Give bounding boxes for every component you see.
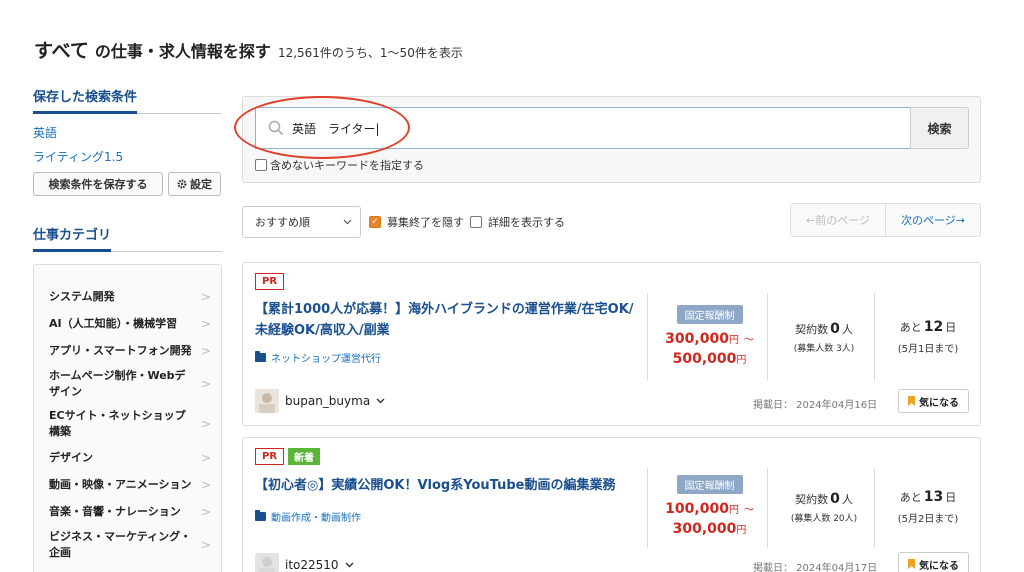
save-search-button[interactable]: 検索条件を保存する — [33, 172, 163, 196]
exclude-checkbox[interactable] — [255, 159, 267, 171]
sort-select[interactable]: おすすめ順 — [242, 206, 361, 238]
folder-icon — [255, 351, 266, 362]
sort-row: おすすめ順 ✓ 募集終了を隠す 詳細を表示する — [242, 206, 565, 238]
price-min: 300,000 — [665, 331, 729, 347]
client-user[interactable]: ito22510 — [255, 553, 354, 572]
search-value: 英語 ライター| — [292, 121, 380, 136]
next-page-button[interactable]: 次のページ→ — [886, 203, 981, 237]
bookmark-icon — [908, 396, 915, 406]
job-card: PR 新着 【初心者◎】実績公開OK！Vlog系YouTube動画の編集業務 動… — [242, 437, 981, 572]
category-item[interactable]: システム開発 > — [34, 283, 221, 310]
chevron-right-icon: > — [200, 343, 211, 358]
price-box: 固定報酬制 300,000円 〜 500,000円 — [652, 305, 767, 370]
title-rest: の仕事・求人情報を探す — [94, 42, 271, 61]
category-item[interactable]: 動画・映像・アニメーション > — [34, 471, 221, 498]
chevron-right-icon: > — [200, 477, 211, 492]
category-item[interactable]: デザイン > — [34, 444, 221, 471]
category-item[interactable]: ECサイト・ネットショップ構築 > — [34, 404, 221, 444]
pr-badge: PR — [255, 273, 285, 290]
posted-date: 掲載日： 2024年04月17日 — [753, 563, 878, 572]
result-count: 12,561件のうち、1〜50件を表示 — [277, 46, 463, 60]
category-item[interactable]: アプリ・スマートフォン開発 > — [34, 337, 221, 364]
job-title[interactable]: 【初心者◎】実績公開OK！Vlog系YouTube動画の編集業務 — [255, 475, 645, 496]
chevron-down-icon — [345, 562, 354, 568]
chevron-right-icon: > — [200, 417, 211, 431]
hide-closed-label: 募集終了を隠す — [387, 216, 464, 229]
category-item[interactable]: ビジネス・マーケティング・企画 > — [34, 525, 221, 565]
days-remaining: あと 12 日 (5月1日まで) — [897, 319, 959, 355]
chevron-right-icon: > — [200, 316, 211, 331]
category-title: 仕事カテゴリ — [33, 224, 112, 252]
new-badge: 新着 — [288, 448, 321, 465]
category-item[interactable]: 音楽・音響・ナレーション > — [34, 498, 221, 525]
days-remaining: あと 13 日 (5月2日まで) — [897, 489, 959, 525]
chevron-right-icon: > — [200, 538, 211, 552]
price-min: 100,000 — [665, 501, 729, 517]
saved-search-item[interactable]: 英語 — [33, 124, 222, 140]
search-panel: 英語 ライター| 検索 含めないキーワードを指定する — [242, 96, 981, 183]
sort-selected: おすすめ順 — [255, 216, 310, 229]
prev-page-button[interactable]: ←前のページ — [790, 203, 886, 237]
show-details-label: 詳細を表示する — [488, 216, 565, 229]
price-box: 固定報酬制 100,000円 〜 300,000円 — [652, 475, 767, 540]
show-details-checkbox[interactable] — [470, 216, 482, 228]
client-user[interactable]: bupan_buyma — [255, 389, 385, 413]
contract-count: 契約数 0 人 (募集人数 3人) — [793, 321, 855, 354]
job-card: PR 【累計1000人が応募！】海外ハイブランドの運営作業/在宅OK/未経験OK… — [242, 262, 981, 426]
category-item[interactable]: AI（人工知能）・機械学習 > — [34, 310, 221, 337]
sidebar: 保存した検索条件 英語 ライティング1.5 検索条件を保存する 設定 仕事カテゴ… — [33, 86, 222, 572]
chevron-right-icon: > — [200, 377, 211, 391]
divider — [874, 293, 875, 381]
divider — [767, 468, 768, 548]
chevron-down-icon — [343, 219, 352, 225]
price-max: 300,000 — [672, 521, 737, 537]
job-title[interactable]: 【累計1000人が応募！】海外ハイブランドの運営作業/在宅OK/未経験OK/高収… — [255, 299, 635, 341]
search-button[interactable]: 検索 — [910, 107, 969, 149]
chevron-right-icon: > — [200, 504, 211, 519]
search-input[interactable]: 英語 ライター| — [255, 107, 911, 149]
saved-search-title: 保存した検索条件 — [33, 86, 138, 114]
hide-closed-checkbox[interactable]: ✓ — [369, 216, 381, 228]
contract-count: 契約数 0 人 (募集人数 20人) — [790, 491, 858, 524]
divider — [874, 468, 875, 548]
gear-icon — [177, 179, 187, 189]
search-icon — [268, 120, 284, 136]
title-all: すべて — [34, 40, 89, 62]
exclude-keyword-toggle[interactable]: 含めないキーワードを指定する — [255, 157, 424, 173]
avatar — [255, 553, 279, 572]
favorite-button[interactable]: 気になる — [898, 389, 969, 413]
job-category[interactable]: 動画作成・動画制作 — [255, 509, 361, 524]
exclude-label: 含めないキーワードを指定する — [270, 159, 424, 172]
pay-type-label: 固定報酬制 — [676, 475, 743, 494]
chevron-down-icon — [376, 398, 385, 404]
job-category[interactable]: ネットショップ運営代行 — [255, 350, 381, 365]
settings-button[interactable]: 設定 — [168, 172, 221, 196]
category-list: システム開発 > AI（人工知能）・機械学習 > アプリ・スマートフォン開発 > ホー… — [33, 264, 222, 572]
client-username: ito22510 — [285, 558, 339, 572]
pagination: ←前のページ 次のページ→ — [790, 203, 981, 237]
price-max: 500,000 — [672, 351, 737, 367]
favorite-button[interactable]: 気になる — [898, 552, 969, 572]
bookmark-icon — [908, 559, 915, 569]
category-item[interactable]: ホームページ制作・Webデザイン > — [34, 364, 221, 404]
avatar — [255, 389, 279, 413]
settings-label: 設定 — [190, 178, 212, 191]
divider — [767, 293, 768, 381]
posted-date: 掲載日： 2024年04月16日 — [753, 400, 878, 411]
divider — [647, 293, 648, 381]
page-title: すべて の仕事・求人情報を探す 12,561件のうち、1〜50件を表示 — [34, 36, 463, 63]
chevron-right-icon: > — [200, 289, 211, 304]
divider — [647, 468, 648, 548]
folder-icon — [255, 510, 266, 521]
pr-badge: PR — [255, 448, 285, 465]
pay-type-label: 固定報酬制 — [676, 305, 743, 324]
saved-search-item[interactable]: ライティング1.5 — [33, 148, 222, 164]
client-username: bupan_buyma — [285, 394, 371, 408]
chevron-right-icon: > — [200, 450, 211, 465]
